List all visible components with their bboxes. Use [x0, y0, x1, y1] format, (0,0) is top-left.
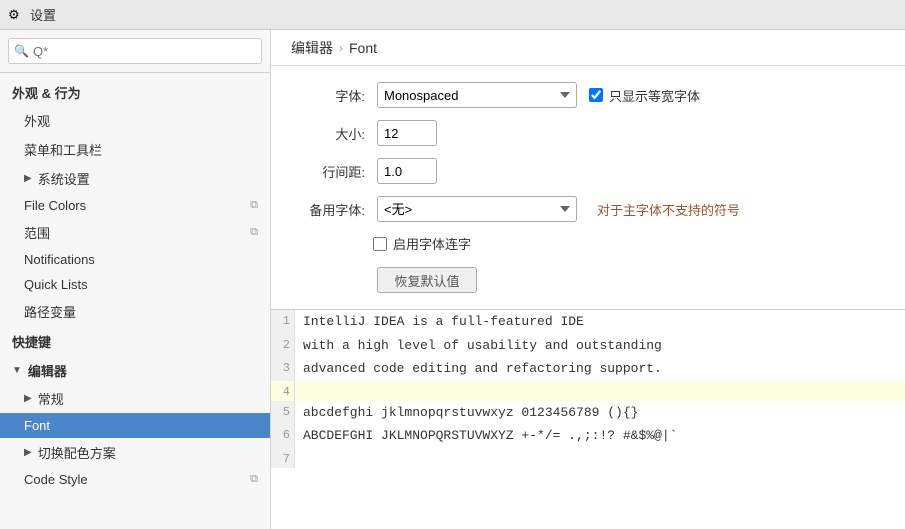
sidebar-item-color-scheme-label: 切换配色方案 — [38, 443, 116, 462]
sidebar-section-shortcuts: 快捷键 — [0, 326, 270, 355]
line-text: advanced code editing and refactoring su… — [295, 357, 670, 381]
preview-content: 1IntelliJ IDEA is a full-featured IDE2wi… — [271, 310, 905, 529]
chevron-right-icon: ▶ — [24, 447, 32, 458]
main-container: 🔍 外观 & 行为 外观 菜单和工具栏 ▶ 系统设置 File Colors ⧉ — [0, 30, 905, 529]
sidebar-item-path-variables[interactable]: 路径变量 — [0, 297, 270, 326]
preview-line: 1IntelliJ IDEA is a full-featured IDE — [271, 310, 905, 334]
size-input[interactable] — [377, 120, 437, 146]
line-spacing-label: 行间距: — [295, 162, 365, 181]
line-number: 2 — [271, 334, 295, 358]
preview-line: 3advanced code editing and refactoring s… — [271, 357, 905, 381]
sidebar-item-appearance[interactable]: 外观 — [0, 106, 270, 135]
sidebar-item-menus-toolbars[interactable]: 菜单和工具栏 — [0, 135, 270, 164]
sidebar-section-editor[interactable]: ▼ 编辑器 — [0, 355, 270, 384]
settings-icon: ⚙ — [8, 7, 24, 23]
preview-line: 6ABCDEFGHI JKLMNOPQRSTUVWXYZ +-*/= .,;:!… — [271, 424, 905, 448]
line-text: ABCDEFGHI JKLMNOPQRSTUVWXYZ +-*/= .,;:!?… — [295, 424, 685, 448]
line-text: abcdefghi jklmnopqrstuvwxyz 0123456789 (… — [295, 401, 646, 425]
line-text: with a high level of usability and outst… — [295, 334, 670, 358]
chevron-right-icon: ▶ — [24, 393, 32, 404]
line-number: 5 — [271, 401, 295, 425]
copy-icon: ⧉ — [250, 226, 258, 239]
line-number: 7 — [271, 448, 295, 468]
line-number: 6 — [271, 424, 295, 448]
chevron-down-icon: ▼ — [12, 365, 22, 376]
main-content: 编辑器 › Font 字体: Monospaced 只显示等宽字体 大小: — [271, 30, 905, 529]
monospaced-checkbox-row: 只显示等宽字体 — [589, 86, 700, 105]
preview-line: 5abcdefghi jklmnopqrstuvwxyz 0123456789 … — [271, 401, 905, 425]
breadcrumb-current: Font — [349, 40, 377, 56]
sidebar-item-appearance-label: 外观 — [24, 111, 50, 130]
sidebar-item-system-settings[interactable]: ▶ 系统设置 — [0, 164, 270, 193]
sidebar-item-quick-lists-label: Quick Lists — [24, 277, 88, 292]
sidebar-item-file-colors[interactable]: File Colors ⧉ — [0, 193, 270, 218]
monospaced-checkbox[interactable] — [589, 88, 603, 102]
sidebar-item-code-style-label: Code Style — [24, 472, 88, 487]
search-icon: 🔍 — [14, 44, 29, 58]
line-text — [295, 381, 905, 401]
breadcrumb-separator: › — [339, 41, 343, 55]
breadcrumb-parent: 编辑器 — [291, 38, 333, 58]
sidebar-item-code-style[interactable]: Code Style ⧉ — [0, 467, 270, 492]
font-select[interactable]: Monospaced — [377, 82, 577, 108]
sidebar-section-appearance-behavior: 外观 & 行为 — [0, 77, 270, 106]
preview-line: 2with a high level of usability and outs… — [271, 334, 905, 358]
ligature-checkbox-row: 启用字体连字 — [373, 234, 471, 253]
preview-line: 4 — [271, 381, 905, 401]
preview-line: 7 — [271, 448, 905, 468]
line-text: IntelliJ IDEA is a full-featured IDE — [295, 310, 592, 334]
sidebar-item-color-scheme[interactable]: ▶ 切换配色方案 — [0, 438, 270, 467]
search-input[interactable] — [8, 38, 262, 64]
reset-button[interactable]: 恢复默认值 — [377, 267, 477, 293]
preview-area: 1IntelliJ IDEA is a full-featured IDE2wi… — [271, 309, 905, 529]
ligature-checkbox[interactable] — [373, 237, 387, 251]
sidebar-item-general-label: 常规 — [38, 389, 64, 408]
sidebar-item-notifications[interactable]: Notifications — [0, 247, 270, 272]
line-spacing-row: 行间距: — [295, 158, 881, 184]
sidebar-item-notifications-label: Notifications — [24, 252, 95, 267]
title-bar-text: 设置 — [30, 5, 56, 24]
sidebar-item-font[interactable]: Font — [0, 413, 270, 438]
font-label: 字体: — [295, 86, 365, 105]
search-bar: 🔍 — [0, 30, 270, 73]
ligature-row: 启用字体连字 — [295, 234, 881, 253]
fallback-font-select[interactable]: <无> — [377, 196, 577, 222]
fallback-font-hint: 对于主字体不支持的符号 — [597, 200, 740, 219]
sidebar: 🔍 外观 & 行为 外观 菜单和工具栏 ▶ 系统设置 File Colors ⧉ — [0, 30, 271, 529]
line-number: 3 — [271, 357, 295, 381]
font-row: 字体: Monospaced 只显示等宽字体 — [295, 82, 881, 108]
sidebar-item-path-variables-label: 路径变量 — [24, 302, 76, 321]
search-wrapper: 🔍 — [8, 38, 262, 64]
sidebar-item-menus-toolbars-label: 菜单和工具栏 — [24, 140, 102, 159]
monospaced-checkbox-label: 只显示等宽字体 — [609, 86, 700, 105]
fallback-font-label: 备用字体: — [295, 200, 365, 219]
sidebar-item-general[interactable]: ▶ 常规 — [0, 384, 270, 413]
fallback-font-row: 备用字体: <无> 对于主字体不支持的符号 — [295, 196, 881, 222]
sidebar-item-file-colors-label: File Colors — [24, 198, 86, 213]
line-number: 4 — [271, 381, 295, 401]
sidebar-item-quick-lists[interactable]: Quick Lists — [0, 272, 270, 297]
sidebar-item-font-label: Font — [24, 418, 50, 433]
size-label: 大小: — [295, 124, 365, 143]
sidebar-section-editor-label: 编辑器 — [28, 361, 67, 380]
sidebar-item-scopes-label: 范围 — [24, 223, 50, 242]
line-number: 1 — [271, 310, 295, 334]
line-spacing-input[interactable] — [377, 158, 437, 184]
sidebar-item-system-settings-label: 系统设置 — [38, 169, 90, 188]
sidebar-content: 外观 & 行为 外观 菜单和工具栏 ▶ 系统设置 File Colors ⧉ 范… — [0, 73, 270, 529]
copy-icon: ⧉ — [250, 199, 258, 212]
title-bar: ⚙ 设置 — [0, 0, 905, 30]
sidebar-item-scopes[interactable]: 范围 ⧉ — [0, 218, 270, 247]
size-row: 大小: — [295, 120, 881, 146]
chevron-right-icon: ▶ — [24, 173, 32, 184]
copy-icon: ⧉ — [250, 473, 258, 486]
reset-button-row: 恢复默认值 — [295, 265, 881, 293]
ligature-checkbox-label: 启用字体连字 — [393, 234, 471, 253]
settings-form: 字体: Monospaced 只显示等宽字体 大小: 行间距: — [271, 66, 905, 309]
breadcrumb: 编辑器 › Font — [271, 30, 905, 66]
line-text — [295, 448, 311, 468]
